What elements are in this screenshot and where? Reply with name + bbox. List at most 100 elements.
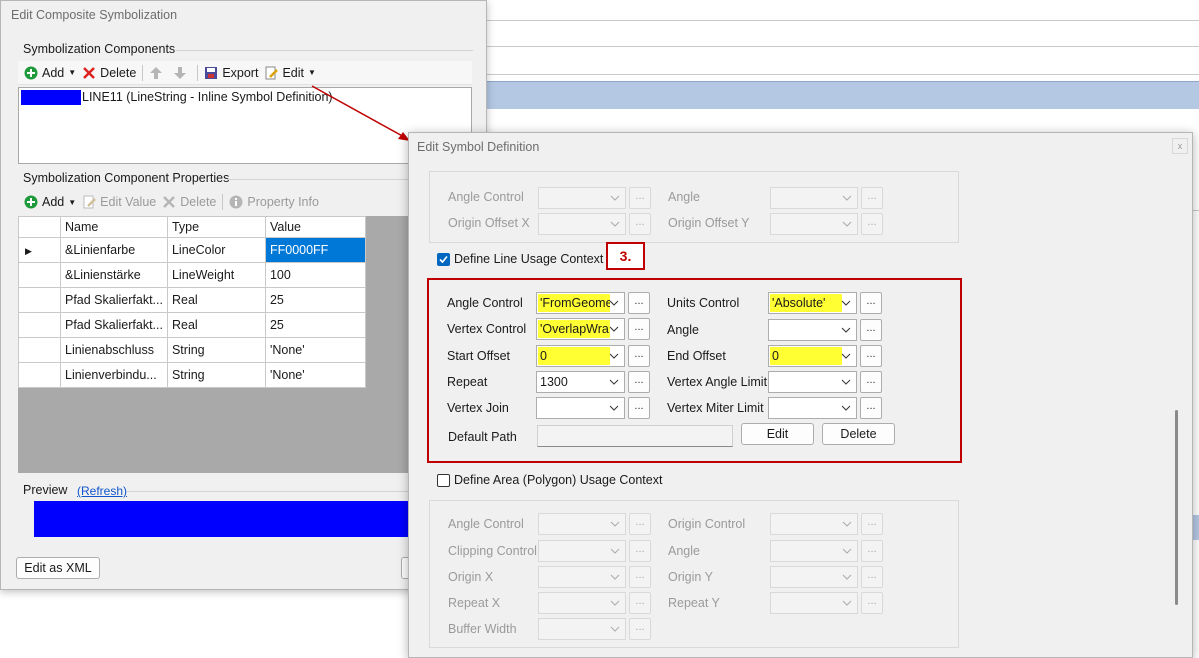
area-usage-label[interactable]: Define Area (Polygon) Usage Context: [454, 473, 662, 487]
combo-value: [770, 373, 772, 391]
repeat-y-label: Repeat Y: [668, 596, 720, 610]
area-angle-control-combo[interactable]: [538, 513, 626, 535]
origin-control-label: Origin Control: [668, 517, 746, 531]
area-usage-checkbox[interactable]: [437, 474, 450, 487]
repeat-x-ellipsis-button[interactable]: ...: [629, 592, 651, 614]
repeat-x-label: Repeat X: [448, 596, 501, 610]
chevron-down-icon: [841, 300, 851, 306]
angle-control-label: Angle Control: [447, 296, 523, 310]
origin-x-ellipsis-button[interactable]: ...: [629, 566, 651, 588]
chevron-down-icon: [842, 221, 852, 227]
angle-combo[interactable]: [770, 187, 858, 209]
chevron-down-icon: [841, 353, 851, 359]
origin-control-combo[interactable]: [770, 513, 858, 535]
path-edit-button[interactable]: Edit: [741, 423, 814, 445]
chevron-down-icon: [841, 379, 851, 385]
default-path-label: Default Path: [448, 430, 517, 444]
chevron-down-icon: [842, 600, 852, 606]
angle-ellipsis-button[interactable]: ...: [860, 319, 882, 341]
origin-y-label: Origin Y: [668, 570, 713, 584]
origin-offset-x-combo[interactable]: [538, 213, 626, 235]
close-button[interactable]: x: [1172, 138, 1188, 154]
vertex-join-ellipsis-button[interactable]: ...: [628, 397, 650, 419]
area-angle-combo[interactable]: [770, 540, 858, 562]
repeat-label: Repeat: [447, 375, 488, 389]
vertex-control-label: Vertex Control: [447, 322, 527, 336]
end-offset-ellipsis-button[interactable]: ...: [860, 345, 882, 367]
chevron-down-icon: [842, 574, 852, 580]
repeat-combo[interactable]: 1300: [536, 371, 625, 393]
end-offset-label: End Offset: [667, 349, 726, 363]
area-angle-control-ellipsis-button[interactable]: ...: [629, 513, 651, 535]
default-path-field[interactable]: [537, 425, 733, 447]
combo-value: 'Absolute': [770, 294, 842, 312]
chevron-down-icon: [609, 379, 619, 385]
chevron-down-icon: [609, 405, 619, 411]
buffer-width-label: Buffer Width: [448, 622, 517, 636]
scrollbar-thumb[interactable]: [1175, 410, 1178, 605]
angle-control-label: Angle Control: [448, 517, 524, 531]
units-control-label: Units Control: [667, 296, 740, 310]
origin-offset-y-label: Origin Offset Y: [668, 216, 750, 230]
vertex-control-combo[interactable]: 'OverlapWra: [536, 318, 625, 340]
close-icon: x: [1177, 141, 1183, 151]
angle-ellipsis-button[interactable]: ...: [861, 187, 883, 209]
area-angle-ellipsis-button[interactable]: ...: [861, 540, 883, 562]
origin-control-ellipsis-button[interactable]: ...: [861, 513, 883, 535]
angle-control-combo[interactable]: [538, 187, 626, 209]
angle-control-ellipsis-button[interactable]: ...: [628, 292, 650, 314]
chevron-down-icon: [842, 195, 852, 201]
repeat-x-combo[interactable]: [538, 592, 626, 614]
buffer-width-combo[interactable]: [538, 618, 626, 640]
angle-control-combo[interactable]: 'FromGeome: [536, 292, 625, 314]
combo-value: 1300: [540, 375, 568, 389]
chevron-down-icon: [609, 300, 619, 306]
vertex-miter-limit-combo[interactable]: [768, 397, 857, 419]
chevron-down-icon: [842, 548, 852, 554]
start-offset-label: Start Offset: [447, 349, 510, 363]
area-usage-panel: Angle Control ... Origin Control ... Cli…: [429, 500, 959, 648]
buffer-width-ellipsis-button[interactable]: ...: [629, 618, 651, 640]
chevron-down-icon: [610, 548, 620, 554]
units-control-ellipsis-button[interactable]: ...: [860, 292, 882, 314]
line-usage-panel: Angle Control 'FromGeome ... Units Contr…: [429, 280, 960, 461]
vertex-miter-limit-ellipsis-button[interactable]: ...: [860, 397, 882, 419]
origin-y-ellipsis-button[interactable]: ...: [861, 566, 883, 588]
vertex-angle-limit-ellipsis-button[interactable]: ...: [860, 371, 882, 393]
angle-label: Angle: [667, 323, 699, 337]
vertex-control-ellipsis-button[interactable]: ...: [628, 318, 650, 340]
chevron-down-icon: [609, 326, 619, 332]
chevron-down-icon: [610, 600, 620, 606]
combo-value: 'OverlapWra: [538, 320, 610, 338]
clipping-control-combo[interactable]: [538, 540, 626, 562]
path-delete-button[interactable]: Delete: [822, 423, 895, 445]
chevron-down-icon: [841, 405, 851, 411]
combo-value: [770, 321, 772, 339]
repeat-y-ellipsis-button[interactable]: ...: [861, 592, 883, 614]
vertex-angle-limit-combo[interactable]: [768, 371, 857, 393]
origin-offset-x-ellipsis-button[interactable]: ...: [629, 213, 651, 235]
end-offset-combo[interactable]: 0: [768, 345, 857, 367]
dialog-title: Edit Symbol Definition: [417, 140, 540, 154]
start-offset-ellipsis-button[interactable]: ...: [628, 345, 650, 367]
units-control-combo[interactable]: 'Absolute': [768, 292, 857, 314]
origin-offset-y-ellipsis-button[interactable]: ...: [861, 213, 883, 235]
repeat-ellipsis-button[interactable]: ...: [628, 371, 650, 393]
origin-y-combo[interactable]: [770, 566, 858, 588]
chevron-down-icon: [841, 327, 851, 333]
start-offset-combo[interactable]: 0: [536, 345, 625, 367]
angle-combo[interactable]: [768, 319, 857, 341]
line-usage-checkbox[interactable]: [437, 253, 450, 266]
chevron-down-icon: [610, 195, 620, 201]
origin-offset-y-combo[interactable]: [770, 213, 858, 235]
angle-control-ellipsis-button[interactable]: ...: [629, 187, 651, 209]
repeat-y-combo[interactable]: [770, 592, 858, 614]
origin-x-combo[interactable]: [538, 566, 626, 588]
line-usage-label[interactable]: Define Line Usage Context: [454, 252, 603, 266]
vertex-join-label: Vertex Join: [447, 401, 509, 415]
chevron-down-icon: [609, 353, 619, 359]
chevron-down-icon: [610, 574, 620, 580]
vertex-join-combo[interactable]: [536, 397, 625, 419]
clipping-control-ellipsis-button[interactable]: ...: [629, 540, 651, 562]
combo-value: 0: [538, 347, 610, 365]
